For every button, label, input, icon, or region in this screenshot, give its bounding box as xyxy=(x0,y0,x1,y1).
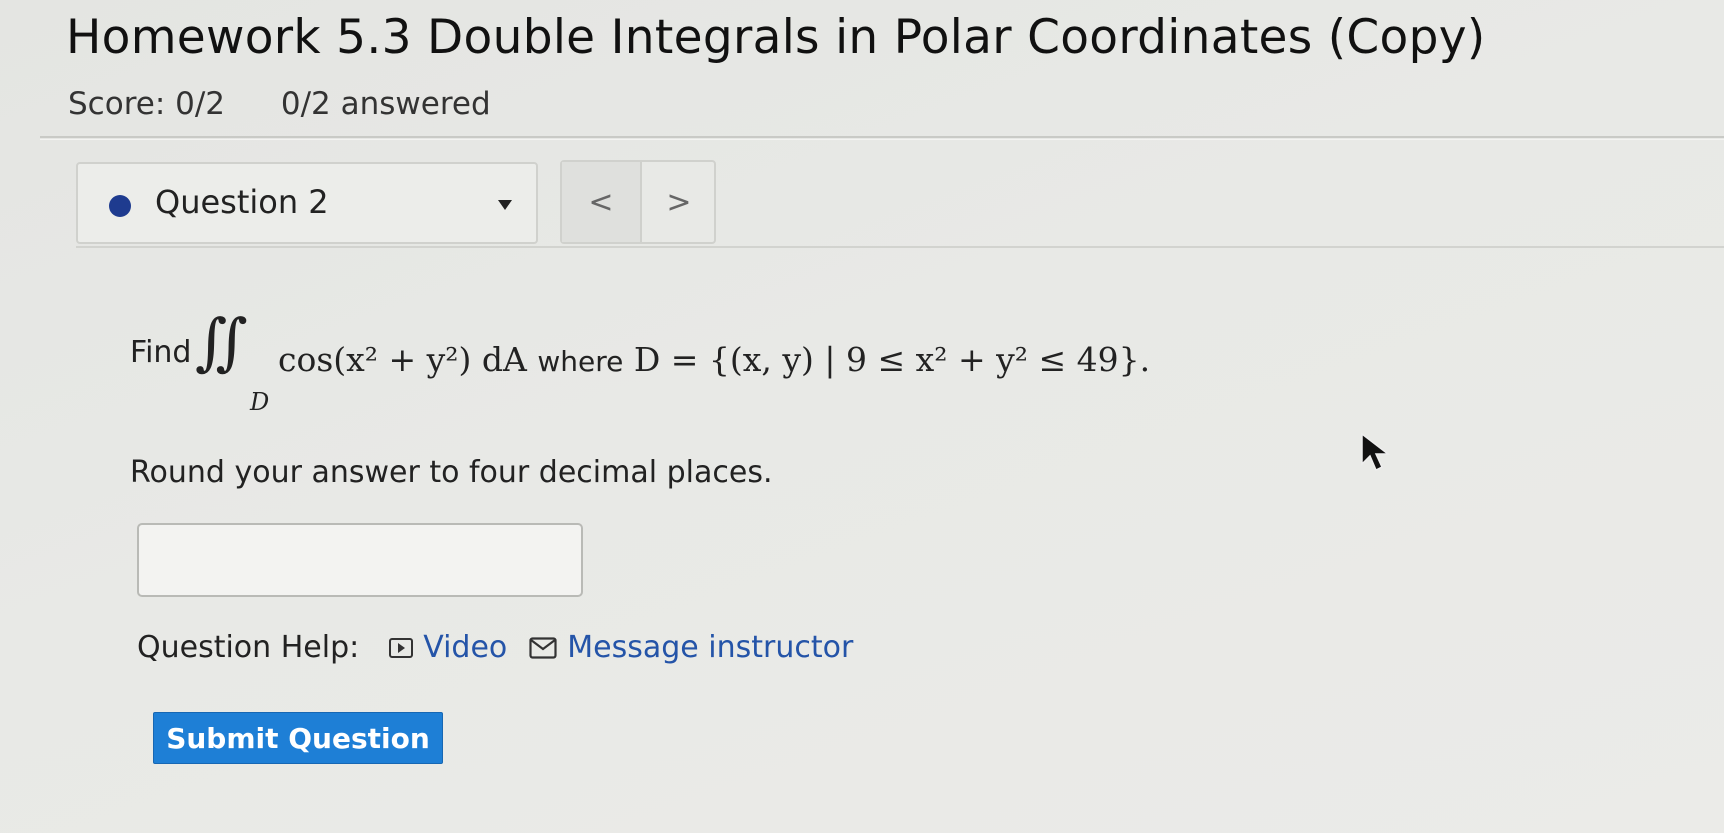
video-link-label: Video xyxy=(423,630,508,665)
nav-divider xyxy=(76,246,1724,248)
where-label: where xyxy=(537,345,624,378)
domain-definition: D = {(x, y) | 9 ≤ x² + y² ≤ 49}. xyxy=(633,340,1151,379)
message-instructor-link[interactable]: Message instructor xyxy=(529,630,853,665)
next-question-button[interactable]: > xyxy=(640,162,718,242)
header-divider xyxy=(40,136,1724,138)
answered-count: 0/2 answered xyxy=(280,86,491,122)
integrand: cos(x² + y²) dA xyxy=(278,340,527,379)
score-row: Score: 0/2 0/2 answered xyxy=(68,86,491,122)
submit-question-button[interactable]: Submit Question xyxy=(153,712,443,764)
question-instruction: Round your answer to four decimal places… xyxy=(130,455,773,490)
find-label: Find xyxy=(130,335,192,370)
message-instructor-label: Message instructor xyxy=(567,630,854,665)
envelope-icon xyxy=(529,636,557,659)
prev-question-button[interactable]: < xyxy=(562,162,642,242)
question-math: cos(x² + y²) dA where D = {(x, y) | 9 ≤ … xyxy=(278,340,1150,379)
video-link[interactable]: Video xyxy=(389,630,507,665)
video-icon xyxy=(389,637,414,658)
question-select[interactable]: Question 2 xyxy=(76,162,538,244)
mouse-pointer-icon xyxy=(1361,432,1391,472)
caret-down-icon xyxy=(498,200,512,210)
score-text: Score: 0/2 xyxy=(68,86,226,122)
header-divider-highlight xyxy=(40,139,1724,140)
question-help-label: Question Help: xyxy=(137,630,360,665)
status-dot-icon xyxy=(109,195,131,217)
question-nav: < > xyxy=(560,160,716,244)
page-title: Homework 5.3 Double Integrals in Polar C… xyxy=(66,10,1486,65)
question-select-label: Question 2 xyxy=(155,183,329,221)
answer-input[interactable] xyxy=(137,523,583,597)
question-help: Question Help: Video Message instructor xyxy=(137,630,853,665)
double-integral-symbol: ∬ xyxy=(195,305,248,378)
integral-subscript: D xyxy=(250,388,270,416)
